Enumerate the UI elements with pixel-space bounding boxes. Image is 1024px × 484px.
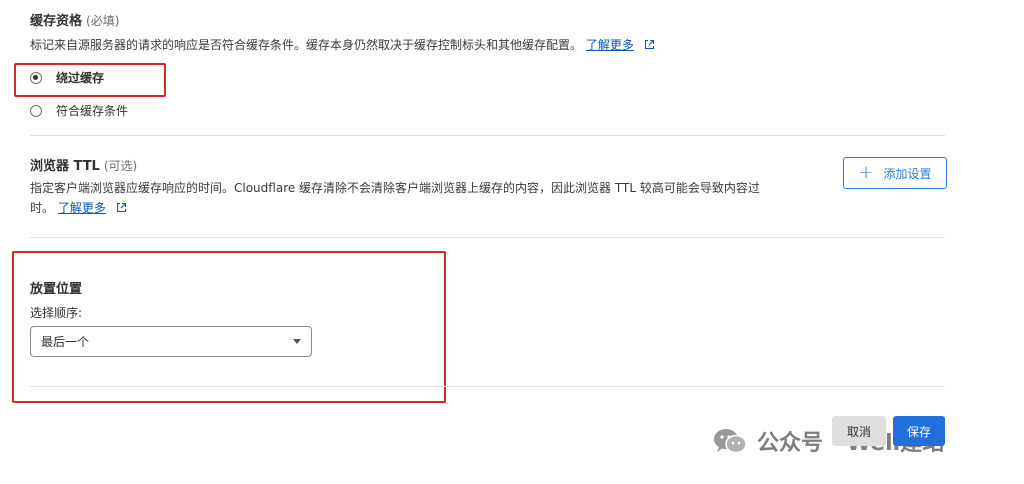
wechat-icon — [714, 429, 747, 454]
browser-ttl-title-text: 浏览器 TTL — [30, 159, 100, 174]
browser-ttl-description: 指定客户端浏览器应缓存响应的时间。Cloudflare 缓存清除不会清除客户端浏… — [30, 178, 820, 218]
browser-ttl-description-line2: 时。 — [30, 201, 55, 215]
radio-bypass-cache[interactable]: 绕过缓存 — [30, 69, 104, 86]
cache-eligibility-description: 标记来自源服务器的请求的响应是否符合缓存条件。缓存本身仍然取决于缓存控制标头和其… — [30, 35, 655, 55]
optional-tag: (可选) — [103, 159, 138, 173]
learn-more-link[interactable]: 了解更多 — [586, 38, 634, 52]
section-divider — [30, 135, 945, 136]
save-button[interactable]: 保存 — [893, 416, 945, 446]
external-link-icon — [644, 39, 654, 50]
section-divider — [30, 386, 945, 387]
plus-icon: + — [858, 162, 874, 183]
radio-eligible-label: 符合缓存条件 — [56, 104, 129, 118]
required-tag: (必填) — [86, 14, 120, 28]
radio-checked-icon[interactable] — [30, 71, 42, 84]
radio-bypass-label: 绕过缓存 — [56, 71, 105, 85]
chevron-down-icon — [293, 339, 301, 344]
cache-eligibility-title-text: 缓存资格 — [30, 14, 83, 29]
cancel-button[interactable]: 取消 — [832, 416, 886, 446]
add-setting-label: 添加设置 — [883, 166, 932, 181]
browser-ttl-description-line1: 指定客户端浏览器应缓存响应的时间。Cloudflare 缓存清除不会清除客户端浏… — [30, 181, 760, 195]
cache-eligibility-title: 缓存资格 (必填) — [30, 10, 119, 29]
select-order-label: 选择顺序: — [30, 306, 83, 320]
placement-title: 放置位置 — [30, 282, 83, 297]
external-link-icon — [116, 202, 126, 213]
order-select-value: 最后一个 — [41, 335, 90, 349]
radio-unchecked-icon[interactable] — [30, 104, 42, 117]
radio-eligible-cache[interactable]: 符合缓存条件 — [30, 102, 128, 119]
browser-ttl-title: 浏览器 TTL (可选) — [30, 155, 137, 174]
cache-eligibility-description-text: 标记来自源服务器的请求的响应是否符合缓存条件。缓存本身仍然取决于缓存控制标头和其… — [30, 38, 583, 52]
learn-more-link[interactable]: 了解更多 — [58, 201, 106, 215]
add-setting-button[interactable]: + 添加设置 — [843, 157, 947, 189]
section-divider — [30, 237, 945, 238]
order-select[interactable]: 最后一个 — [30, 326, 312, 357]
